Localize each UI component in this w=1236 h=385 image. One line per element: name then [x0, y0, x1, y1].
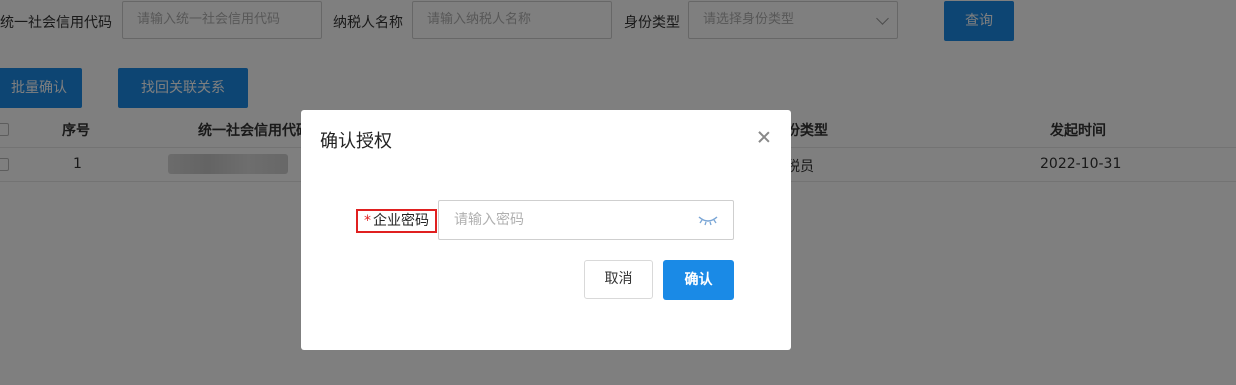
close-icon[interactable] [757, 130, 771, 144]
password-label-text: 企业密码 [373, 213, 429, 229]
eye-closed-icon[interactable] [697, 213, 719, 227]
password-input[interactable]: 请输入密码 [438, 200, 734, 240]
dialog-title: 确认授权 [320, 131, 392, 152]
password-label: * 企业密码 [356, 209, 437, 233]
required-mark: * [364, 213, 371, 229]
confirm-auth-dialog: 确认授权 * 企业密码 请输入密码 取消 确认 [301, 110, 791, 350]
cancel-button[interactable]: 取消 [584, 260, 653, 299]
confirm-button[interactable]: 确认 [663, 260, 734, 300]
password-placeholder: 请输入密码 [454, 212, 524, 228]
